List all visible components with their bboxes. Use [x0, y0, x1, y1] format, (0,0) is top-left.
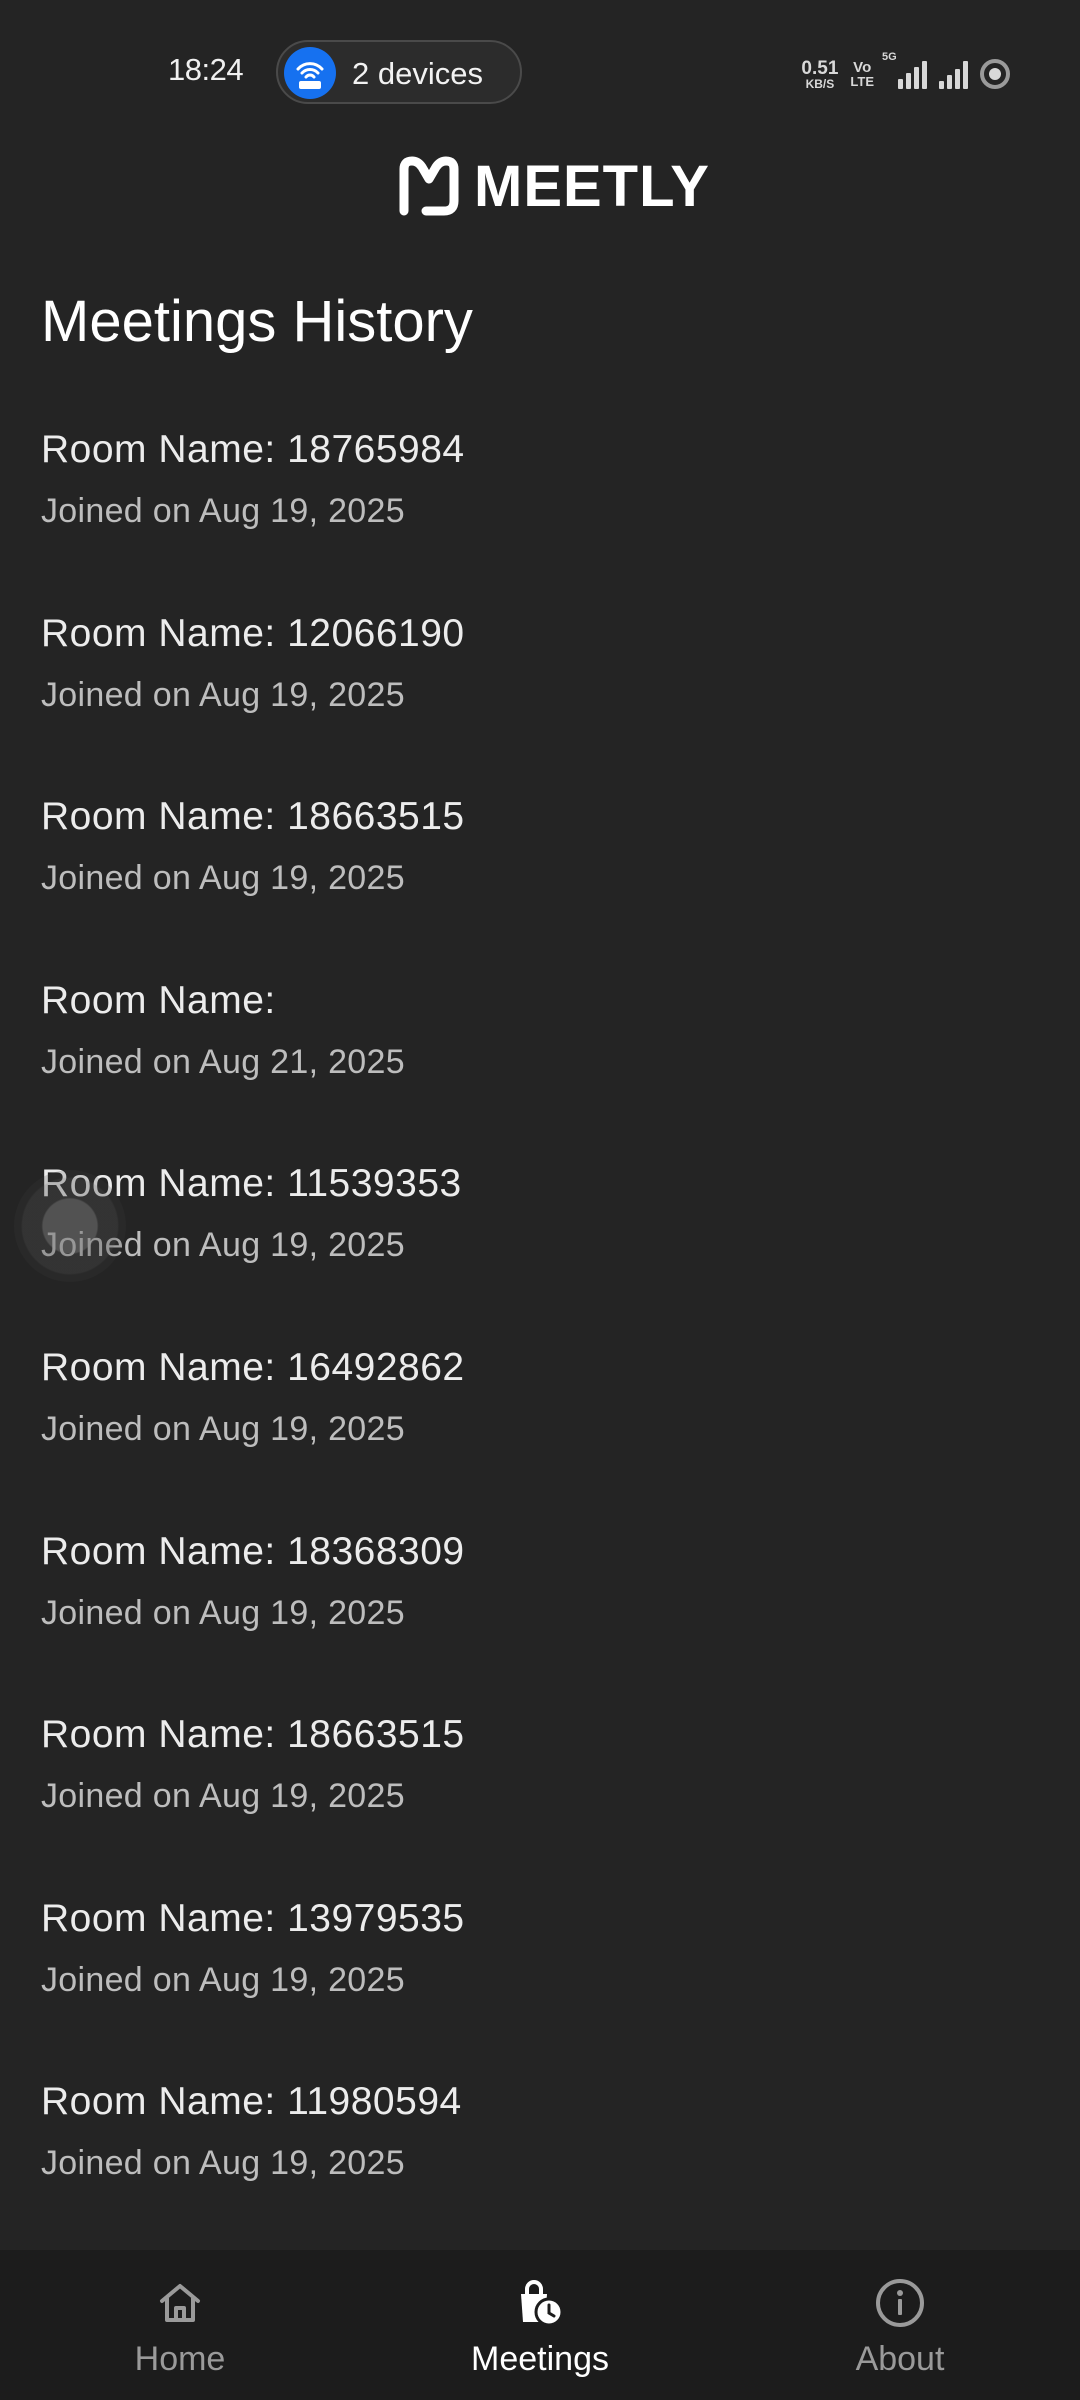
room-name: Room Name: 16492862: [41, 1345, 465, 1389]
nav-item-home[interactable]: Home: [0, 2250, 360, 2400]
signal-5g-icon: 5G: [882, 51, 927, 89]
network-tag: 5G: [882, 51, 897, 63]
meetings-list: Room Name: 18765984 Joined on Aug 19, 20…: [0, 420, 1080, 2256]
meeting-item[interactable]: Room Name: 12066190 Joined on Aug 19, 20…: [0, 604, 1080, 788]
room-name: Room Name: 18663515: [41, 795, 465, 839]
meetings-history-screen: 18:24 2 devices 0.51 KB/S Vo LTE 5G MEET…: [0, 0, 1080, 2400]
meeting-item[interactable]: Room Name: Joined on Aug 21, 2025: [0, 971, 1080, 1155]
joined-date: Joined on Aug 19, 2025: [41, 859, 405, 898]
joined-date: Joined on Aug 19, 2025: [41, 492, 405, 530]
network-speed-unit: KB/S: [805, 76, 835, 91]
home-icon: [160, 2284, 200, 2322]
nav-label-meetings: Meetings: [471, 2340, 609, 2378]
meeting-item[interactable]: Room Name: 11980594 Joined on Aug 19, 20…: [0, 2072, 1080, 2256]
hotspot-chip[interactable]: 2 devices: [276, 40, 522, 104]
joined-date: Joined on Aug 19, 2025: [41, 2144, 405, 2183]
volte-indicator: Vo LTE: [850, 60, 874, 88]
room-name: Room Name: 11980594: [41, 2080, 462, 2124]
meeting-item[interactable]: Room Name: 11539353 Joined on Aug 19, 20…: [0, 1154, 1080, 1338]
room-name: Room Name:: [41, 978, 276, 1022]
nav-label-about: About: [855, 2340, 945, 2378]
room-name: Room Name: 13979535: [41, 1896, 465, 1940]
meeting-item[interactable]: Room Name: 18663515 Joined on Aug 19, 20…: [0, 787, 1080, 971]
room-name: Room Name: 18368309: [41, 1529, 465, 1573]
hotspot-label: 2 devices: [352, 56, 483, 91]
network-speed: 0.51 KB/S: [801, 59, 838, 90]
info-icon: [876, 2279, 924, 2327]
battery-ring-icon: [980, 59, 1010, 89]
status-bar: 18:24 2 devices 0.51 KB/S Vo LTE 5G: [0, 0, 1080, 142]
volte-bottom: LTE: [850, 74, 874, 89]
meetings-history-icon: [521, 2280, 564, 2327]
joined-date: Joined on Aug 21, 2025: [41, 1042, 405, 1081]
meeting-item[interactable]: Room Name: 16492862 Joined on Aug 19, 20…: [0, 1338, 1080, 1522]
network-speed-value: 0.51: [801, 57, 839, 79]
nav-item-meetings[interactable]: Meetings: [360, 2250, 720, 2400]
page-title: Meetings History: [41, 289, 473, 354]
app-logo: MEETLY: [398, 153, 710, 219]
room-name: Room Name: 18663515: [41, 1713, 465, 1757]
meeting-item[interactable]: Room Name: 18765984 Joined on Aug 19, 20…: [0, 420, 1080, 604]
meeting-item[interactable]: Room Name: 18663515 Joined on Aug 19, 20…: [0, 1705, 1080, 1889]
bottom-navigation: Home Meetings About: [0, 2250, 1080, 2400]
hotspot-icon: [284, 47, 336, 99]
logo-text: MEETLY: [474, 153, 710, 219]
joined-date: Joined on Aug 19, 2025: [41, 675, 405, 714]
joined-date: Joined on Aug 19, 2025: [41, 1960, 405, 1999]
joined-date: Joined on Aug 19, 2025: [41, 1593, 405, 1632]
status-icons: 0.51 KB/S Vo LTE 5G: [801, 51, 1010, 94]
meetly-logo-icon: [399, 156, 459, 216]
volte-top: Vo: [853, 59, 872, 76]
room-name: Room Name: 18765984: [41, 428, 465, 471]
signal-icon: [939, 59, 968, 89]
meeting-item[interactable]: Room Name: 13979535 Joined on Aug 19, 20…: [0, 1889, 1080, 2073]
room-name: Room Name: 12066190: [41, 611, 465, 655]
meeting-item[interactable]: Room Name: 18368309 Joined on Aug 19, 20…: [0, 1522, 1080, 1706]
status-time: 18:24: [168, 52, 244, 87]
touch-indicator: [14, 1170, 126, 1282]
nav-item-about[interactable]: About: [720, 2250, 1080, 2400]
nav-label-home: Home: [134, 2340, 226, 2378]
joined-date: Joined on Aug 19, 2025: [41, 1409, 405, 1448]
joined-date: Joined on Aug 19, 2025: [41, 1777, 405, 1816]
